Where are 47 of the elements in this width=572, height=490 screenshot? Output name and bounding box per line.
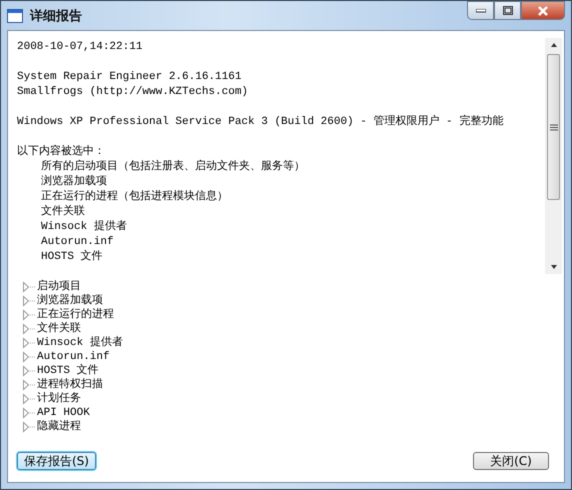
report-line: 以下内容被选中： (17, 145, 106, 160)
maximize-icon (502, 6, 512, 15)
report-line: 文件关联 (40, 205, 86, 220)
minimize-icon (476, 8, 486, 12)
tree-item[interactable]: 文件关联 (37, 322, 81, 336)
report-line: 2008-10-07,14:22:11 (17, 40, 144, 55)
expand-icon[interactable] (21, 421, 37, 433)
dialog-button[interactable]: 保存报告(S) (17, 452, 96, 470)
maximize-button[interactable] (494, 1, 521, 20)
report-line: Windows XP Professional Service Pack 3 (Build 2600) - 管理权限用户 - 完整功能 (17, 115, 504, 130)
close-button[interactable] (521, 1, 565, 20)
close-icon (537, 6, 549, 16)
tree-item[interactable]: 正在运行的进程 (37, 308, 114, 322)
scroll-thumb[interactable] (547, 54, 560, 200)
tree-item[interactable]: 隐藏进程 (37, 420, 81, 434)
report-line: Autorun.inf (40, 235, 115, 250)
tree-item[interactable]: 启动项目 (37, 280, 81, 294)
expand-icon[interactable] (21, 393, 37, 405)
expand-icon[interactable] (21, 379, 37, 391)
window-title: 详细报告 (30, 8, 82, 24)
tree-item[interactable]: HOSTS 文件 (37, 364, 99, 378)
report-line: 所有的启动项目（包括注册表、启动文件夹、服务等） (40, 160, 306, 174)
window-icon (7, 8, 23, 22)
tree-item[interactable]: Autorun.inf (37, 350, 110, 364)
expand-icon[interactable] (21, 281, 37, 293)
report-line: HOSTS 文件 (40, 250, 104, 265)
tree-item[interactable]: 计划任务 (37, 392, 81, 406)
report-line: System Repair Engineer 2.6.16.1161 (17, 70, 242, 85)
minimize-button[interactable] (467, 1, 494, 20)
grip-icon (550, 124, 558, 130)
report-line: Winsock 提供者 (40, 220, 128, 235)
dialog-button[interactable]: 关闭(C) (473, 452, 549, 470)
scrollbar[interactable] (545, 38, 562, 274)
expand-icon[interactable] (21, 365, 37, 377)
expand-icon[interactable] (21, 351, 37, 363)
report-line: Smallfrogs (http://www.KZTechs.com) (17, 85, 250, 100)
tree-item[interactable]: 进程特权扫描 (37, 378, 103, 392)
expand-icon[interactable] (21, 323, 37, 335)
expand-icon[interactable] (21, 309, 37, 321)
report-line: 正在运行的进程（包括进程模块信息） (40, 190, 229, 204)
expand-icon[interactable] (21, 295, 37, 307)
expand-icon[interactable] (21, 407, 37, 419)
report-line: 浏览器加载项 (40, 175, 108, 190)
tree-item[interactable]: 浏览器加载项 (37, 294, 103, 308)
tree-item[interactable]: API HOOK (37, 406, 90, 420)
expand-icon[interactable] (21, 337, 37, 349)
tree-item[interactable]: Winsock 提供者 (37, 336, 123, 350)
